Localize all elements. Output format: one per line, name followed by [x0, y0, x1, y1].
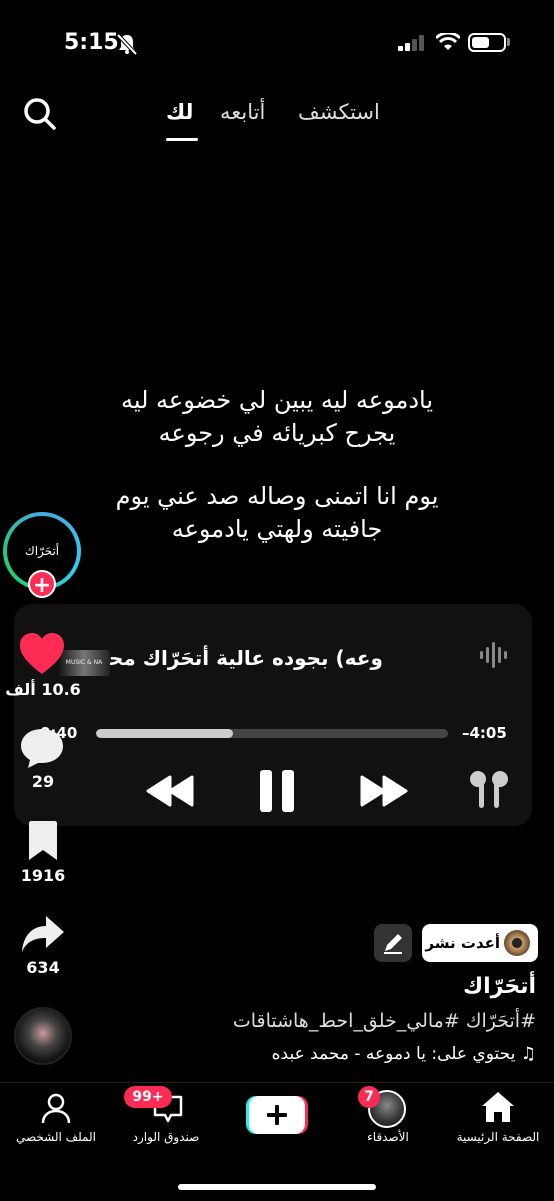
song-title: وعه) بجوده عالية أتحَرّاك محمد	[84, 646, 383, 670]
rewind-icon[interactable]	[146, 775, 196, 807]
audio-wave-icon	[480, 642, 507, 668]
friends-badge: 7	[358, 1086, 380, 1108]
home-indicator	[178, 1184, 376, 1190]
post-username[interactable]: أتحَرّاك	[463, 974, 536, 999]
video-lyrics: يادموعه ليه يبين لي خضوعه ليه يجرح كبريا…	[20, 384, 534, 546]
remaining-time: –4:05	[462, 724, 507, 742]
pencil-icon	[384, 934, 402, 954]
lyric-line: يادموعه ليه يبين لي خضوعه ليه	[120, 386, 434, 414]
status-time: 5:15	[64, 30, 119, 55]
tab-following[interactable]: أتابعه	[220, 100, 265, 124]
nav-label-home[interactable]: الصفحة الرئيسية	[438, 1130, 554, 1144]
signal-icon	[398, 35, 424, 51]
tab-explore[interactable]: استكشف	[298, 100, 380, 124]
tab-for-you[interactable]: لك	[166, 100, 193, 124]
pause-icon[interactable]	[258, 768, 296, 814]
nav-label-profile[interactable]: الملف الشخصي	[0, 1130, 116, 1144]
fast-forward-icon[interactable]	[358, 775, 408, 807]
reposted-chip[interactable]: أعدت نشر	[422, 924, 538, 962]
create-plus-icon[interactable]	[246, 1096, 308, 1134]
progress-track[interactable]	[96, 729, 448, 738]
lyric-line: جافيته ولهتي يادموعه	[171, 515, 383, 543]
nav-label-inbox[interactable]: صندوق الوارد	[106, 1130, 226, 1144]
reposted-label: أعدت نشر	[425, 934, 500, 952]
post-caption[interactable]: #أتحَرّاك #مالي_خلق_احط_هاشتاقات	[233, 1010, 536, 1032]
lyric-line: يجرح كبريائه في رجوعه	[158, 419, 396, 447]
airpods-icon[interactable]	[468, 770, 510, 810]
battery-tip	[507, 38, 510, 46]
music-disc[interactable]	[14, 1007, 72, 1065]
inbox-badge: 99+	[124, 1086, 172, 1108]
bell-muted-icon	[116, 33, 138, 55]
wifi-icon	[436, 33, 460, 50]
tab-active-indicator	[166, 138, 198, 141]
edit-button[interactable]	[374, 924, 412, 962]
reposter-avatar	[504, 930, 530, 956]
profile-icon[interactable]	[40, 1092, 72, 1124]
save-count: 1916	[20, 866, 66, 885]
sound-info[interactable]: ♫ يحتوي على: يا دموعه - محمد عبده	[272, 1044, 536, 1064]
progress-fill	[96, 729, 234, 738]
search-icon[interactable]	[22, 96, 58, 132]
share-count: 634	[26, 958, 60, 977]
sound-text: يحتوي على: يا دموعه - محمد عبده	[271, 1044, 516, 1064]
comment-icon[interactable]	[18, 726, 66, 770]
comment-count: 29	[31, 772, 55, 791]
share-icon[interactable]	[20, 914, 66, 954]
like-count: 10.6 ألف	[5, 680, 81, 699]
lyric-line: يوم انا اتمنى وصاله صد عني يوم	[115, 482, 439, 510]
home-icon[interactable]	[480, 1090, 516, 1124]
battery-icon	[468, 33, 506, 52]
follow-button[interactable]: +	[28, 570, 56, 598]
nav-label-friends[interactable]: الأصدقاء	[328, 1130, 448, 1144]
heart-icon[interactable]	[18, 632, 66, 676]
bookmark-icon[interactable]	[26, 820, 60, 862]
music-note-icon: ♫	[515, 1044, 536, 1064]
